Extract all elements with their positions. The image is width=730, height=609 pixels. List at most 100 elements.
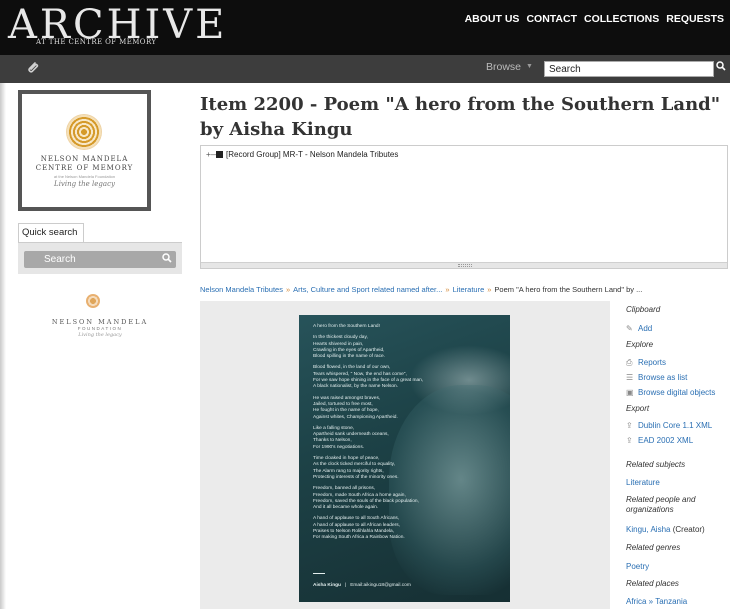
poem-line: For making South Africa a Rainbow Nation… (313, 535, 405, 541)
poster-email: Email:aikingu18@gmail.com (350, 583, 411, 588)
expand-icon[interactable]: +— (206, 150, 219, 159)
poem-text: A hero from the Southern Land! In the thi… (313, 324, 463, 547)
grip-icon (458, 264, 472, 267)
dublin-core-label: Dublin Core 1.1 XML (638, 421, 713, 430)
nav-contact[interactable]: CONTACT (526, 13, 577, 25)
subject-link[interactable]: Literature (626, 478, 660, 487)
add-to-clipboard-link[interactable]: ✎ Add (626, 324, 652, 333)
quick-search-tab[interactable]: Quick search (18, 223, 84, 242)
repository-logo-line2: CENTRE OF MEMORY (35, 164, 134, 172)
breadcrumb-separator: » (487, 285, 492, 294)
repository-logo-line3: at the Nelson Mandela Foundation (53, 174, 116, 179)
genre-link[interactable]: Poetry (626, 562, 649, 571)
reports-label: Reports (638, 358, 667, 367)
top-header: ARCHIVE AT THE CENTRE OF MEMORY ABOUT US… (0, 0, 730, 55)
logo-tagline: AT THE CENTRE OF MEMORY (36, 38, 157, 46)
foundation-logo-line2: FOUNDATION (77, 326, 123, 331)
ead-link[interactable]: ⇪ EAD 2002 XML (626, 436, 693, 445)
treeview-row-label: [Record Group] MR-T - Nelson Mandela Tri… (226, 150, 399, 159)
poem-poster-image[interactable]: A hero from the Southern Land! In the thi… (299, 315, 510, 602)
add-label: Add (638, 324, 653, 333)
breadcrumb-separator: » (285, 285, 291, 294)
related-person: Kingu, Aisha (Creator) (626, 525, 705, 534)
nav-about-us[interactable]: ABOUT US (465, 13, 520, 25)
poem-stanza: He was raised amongst braves, Jailed, tor… (313, 396, 463, 421)
left-edge-shadow (0, 83, 6, 609)
nav-requests[interactable]: REQUESTS (666, 13, 724, 25)
upload-icon: ⇪ (626, 421, 633, 430)
caret-down-icon: ▼ (526, 63, 533, 70)
poster-credit: Aisha Kingu | Email:aikingu18@gmail.com (313, 583, 411, 588)
treeview-resize-handle[interactable] (201, 262, 727, 268)
repository-logo[interactable]: NELSON MANDELA CENTRE OF MEMORY at the N… (18, 90, 151, 211)
quick-search-icon[interactable] (162, 253, 172, 266)
breadcrumb-current: Poem "A hero from the Southern Land" by … (494, 285, 643, 294)
page-title: Item 2200 - Poem "A hero from the Southe… (200, 94, 721, 140)
related-genres-heading: Related genres (626, 543, 681, 552)
explore-heading: Explore (626, 340, 654, 349)
top-nav: ABOUT US CONTACT COLLECTIONS REQUESTS (465, 13, 724, 25)
ead-label: EAD 2002 XML (638, 436, 694, 445)
poem-stanza: Freedom, banned all prisons, Freedom, mad… (313, 486, 463, 511)
browse-as-list-label: Browse as list (638, 373, 688, 382)
related-places-heading: Related places (626, 579, 679, 588)
paperclip-icon[interactable] (26, 61, 40, 78)
place-link[interactable]: Africa » Tanzania (626, 597, 687, 606)
related-subjects-heading: Related subjects (626, 460, 686, 469)
export-heading: Export (626, 404, 650, 413)
foundation-logo[interactable]: NELSON MANDELA FOUNDATION Living the leg… (40, 290, 160, 350)
poem-line: A hero from the Southern Land! (313, 324, 380, 329)
toolbar: Browse ▼ (0, 55, 730, 83)
spiral-logo-icon (66, 114, 102, 150)
search-input[interactable] (544, 61, 714, 77)
paperclip-icon: ✎ (626, 324, 633, 333)
search-icon[interactable] (714, 61, 728, 77)
reports-link[interactable]: ⎙ Reports (626, 358, 666, 368)
person-role: (Creator) (672, 525, 705, 534)
archive-logo[interactable]: ARCHIVE AT THE CENTRE OF MEMORY (8, 4, 227, 46)
browse-digital-objects-link[interactable]: ▣ Browse digital objects (626, 388, 715, 397)
poem-line: Protecting interests of the minority one… (313, 474, 399, 480)
poem-stanza: A hero from the Southern Land! (313, 324, 463, 330)
related-people-heading: Related people and organizations (626, 495, 696, 514)
poem-stanza: Like a falling stone, Apartheid sank unde… (313, 426, 463, 451)
record-group-icon (216, 151, 223, 158)
person-link[interactable]: Kingu, Aisha (626, 525, 670, 534)
poem-stanza: Blood flowed, in the land of our own, Tea… (313, 365, 463, 390)
treeview: +— [Record Group] MR-T - Nelson Mandela T… (200, 145, 728, 269)
image-icon: ▣ (626, 388, 634, 397)
dublin-core-link[interactable]: ⇪ Dublin Core 1.1 XML (626, 421, 712, 430)
upload-icon: ⇪ (626, 436, 633, 445)
breadcrumb: Nelson Mandela Tributes» Arts, Culture an… (200, 285, 642, 294)
browse-label: Browse (486, 61, 522, 73)
poem-line: A black nationalist, by the name Nelson. (313, 384, 399, 390)
foundation-emblem-icon (86, 294, 100, 308)
poem-stanza: A hand of applause to all South Africans… (313, 516, 463, 541)
browse-dropdown[interactable]: Browse ▼ (486, 61, 533, 73)
quick-search-input[interactable] (24, 251, 176, 268)
breadcrumb-item-arts[interactable]: Arts, Culture and Sport related named af… (293, 285, 442, 294)
poster-divider-text: | (344, 583, 347, 588)
breadcrumb-item-literature[interactable]: Literature (453, 285, 485, 294)
poem-line: And it all became whole again. (313, 505, 379, 511)
foundation-logo-line3: Living the legacy (78, 332, 122, 338)
repository-logo-line4: Living the legacy (54, 180, 115, 188)
poster-author: Aisha Kingu (313, 583, 341, 588)
repository-logo-line1: NELSON MANDELA (40, 155, 129, 163)
nav-collections[interactable]: COLLECTIONS (584, 13, 659, 25)
foundation-logo-line1: NELSON MANDELA (51, 318, 149, 326)
printer-icon: ⎙ (626, 358, 633, 367)
poem-line: Blood spilling in the name of race. (313, 354, 385, 360)
clipboard-heading: Clipboard (626, 305, 661, 314)
poem-line: For 1990's negotiations. (313, 444, 365, 450)
poster-divider (313, 573, 325, 574)
browse-digital-objects-label: Browse digital objects (638, 388, 716, 397)
browse-as-list-link[interactable]: ☰ Browse as list (626, 373, 687, 382)
poem-line: Against whites, Championing Apartheid. (313, 414, 398, 420)
breadcrumb-item-tributes[interactable]: Nelson Mandela Tributes (200, 285, 283, 294)
poem-stanza: In the thickest cloudy day, Hearts shiver… (313, 335, 463, 360)
list-icon: ☰ (626, 373, 634, 382)
breadcrumb-separator: » (445, 285, 450, 294)
poem-stanza: Time cloaked in hope of peace, As the clo… (313, 456, 463, 481)
treeview-row[interactable]: +— [Record Group] MR-T - Nelson Mandela T… (206, 150, 398, 159)
